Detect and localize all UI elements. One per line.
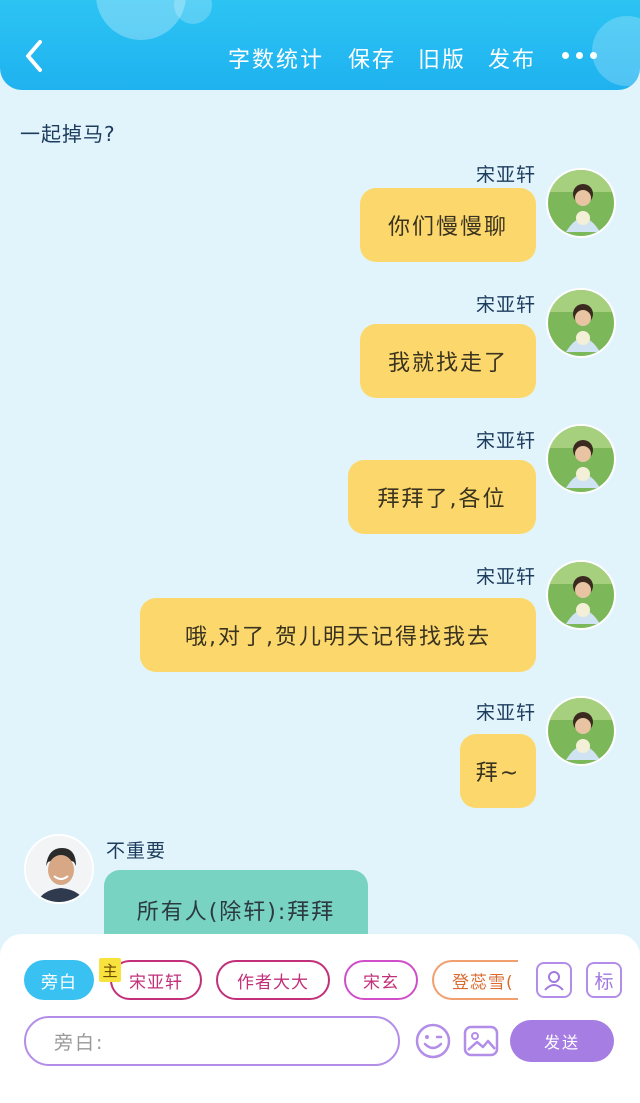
image-icon[interactable] [462, 1022, 500, 1060]
publish-button[interactable]: 发布 [488, 42, 536, 74]
sender-name: 不重要 [106, 840, 167, 862]
sender-name: 宋亚轩 [475, 294, 536, 316]
sender-name: 宋亚轩 [475, 566, 536, 588]
emoji-icon[interactable] [414, 1022, 452, 1060]
avatar[interactable] [546, 560, 616, 630]
message-bubble[interactable]: 拜~ [460, 734, 536, 808]
avatar[interactable] [24, 834, 94, 904]
role-tab-narration[interactable]: 旁白 [24, 960, 94, 1000]
sender-name: 宋亚轩 [475, 164, 536, 186]
sender-name: 宋亚轩 [475, 430, 536, 452]
word-count-button[interactable]: 字数统计 [228, 42, 324, 74]
message-bubble[interactable]: 拜拜了,各位 [348, 460, 536, 534]
composer-panel: 旁白 宋亚轩 主 作者大大 宋玄 登蕊雪( 标 旁白: 发送 [0, 934, 640, 1103]
role-tab-song-yaxuan[interactable]: 宋亚轩 [110, 960, 202, 1000]
role-tab-author[interactable]: 作者大大 [216, 960, 330, 1000]
narration-line: 一起掉马? [20, 122, 116, 146]
back-button[interactable] [18, 36, 52, 76]
save-button[interactable]: 保存 [348, 42, 396, 74]
message-bubble[interactable]: 我就找走了 [360, 324, 536, 398]
message-input[interactable]: 旁白: [24, 1016, 400, 1066]
chat-area[interactable]: 一起掉马? 宋亚轩 你们慢慢聊 宋亚轩 我就找走了 宋亚轩 拜拜了,各位 宋亚轩… [0, 90, 640, 935]
message-bubble[interactable]: 你们慢慢聊 [360, 188, 536, 262]
main-role-badge: 主 [99, 958, 121, 982]
avatar[interactable] [546, 168, 616, 238]
send-button[interactable]: 发送 [510, 1020, 614, 1062]
chevron-left-icon [26, 40, 42, 72]
message-bubble[interactable]: 所有人(除轩):拜拜 [104, 870, 368, 935]
avatar[interactable] [546, 288, 616, 358]
role-tab-deng[interactable]: 登蕊雪( [432, 960, 518, 1000]
top-bar: 字数统计 保存 旧版 发布 [0, 0, 640, 90]
decor-bubble [174, 0, 212, 24]
message-bubble[interactable]: 哦,对了,贺儿明天记得找我去 [140, 598, 536, 672]
avatar[interactable] [546, 696, 616, 766]
avatar[interactable] [546, 424, 616, 494]
decor-bubble [96, 0, 186, 40]
sender-name: 宋亚轩 [475, 702, 536, 724]
old-version-button[interactable]: 旧版 [418, 42, 466, 74]
more-dots-icon[interactable] [560, 50, 600, 64]
user-card-icon[interactable] [536, 962, 572, 998]
tag-icon[interactable]: 标 [586, 962, 622, 998]
role-tab-song-xuan[interactable]: 宋玄 [344, 960, 418, 1000]
